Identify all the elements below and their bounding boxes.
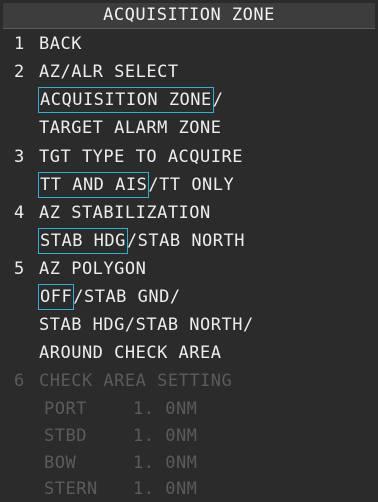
setting-stbd: STBD 1. 0NM — [0, 424, 378, 448]
setting-name: STBD — [44, 426, 87, 446]
menu-title: ACQUISITION ZONE — [3, 3, 375, 29]
option-acquisition-zone[interactable]: ACQUISITION ZONE — [38, 87, 214, 113]
menu-item-label: BACK — [39, 34, 82, 54]
menu-item-label: AZ/ALR SELECT — [39, 62, 179, 82]
setting-name: PORT — [44, 399, 87, 419]
menu-item-number: 6 — [14, 371, 25, 391]
setting-stern: STERN 1. 0NM — [0, 477, 378, 501]
option-tt-only[interactable]: TT ONLY — [159, 173, 234, 197]
menu-item-label: AZ POLYGON — [39, 259, 147, 279]
option-separator: / — [73, 287, 84, 307]
option-stab-hdg[interactable]: STAB HDG — [38, 228, 128, 254]
menu-item-number: 1 — [14, 34, 25, 54]
option-separator: / — [212, 90, 224, 110]
setting-port: PORT 1. 0NM — [0, 397, 378, 421]
option-separator: / — [126, 231, 138, 251]
menu-item-number: 3 — [14, 147, 25, 167]
menu-item-label: TGT TYPE TO ACQUIRE — [39, 147, 243, 167]
setting-value: 1. 0NM — [133, 479, 198, 499]
menu-item-number: 5 — [14, 259, 25, 279]
setting-name: BOW — [44, 453, 77, 473]
setting-value: 1. 0NM — [133, 399, 198, 419]
menu-item-label: CHECK AREA SETTING — [39, 371, 233, 391]
menu-item-az-polygon[interactable]: 5 AZ POLYGON — [0, 257, 378, 281]
acquisition-zone-menu: ACQUISITION ZONE 1 BACK 2 AZ/ALR SELECT … — [0, 0, 378, 502]
menu-item-az-alr-select[interactable]: 2 AZ/ALR SELECT — [0, 60, 378, 84]
menu-item-az-stabilization[interactable]: 4 AZ STABILIZATION — [0, 201, 378, 225]
menu-item-number: 2 — [14, 62, 25, 82]
setting-value: 1. 0NM — [133, 426, 198, 446]
setting-bow: BOW 1. 0NM — [0, 451, 378, 475]
menu-item-tgt-type[interactable]: 3 TGT TYPE TO ACQUIRE — [0, 145, 378, 169]
menu-item-check-area-setting: 6 CHECK AREA SETTING — [0, 369, 378, 393]
option-stab-north[interactable]: STAB NORTH — [138, 229, 245, 253]
option-stab-hdg-stab-north[interactable]: STAB HDG/STAB NORTH/ — [39, 313, 254, 337]
setting-name: STERN — [44, 479, 98, 499]
menu-item-number: 4 — [14, 203, 25, 223]
option-separator: / — [148, 175, 160, 195]
option-off[interactable]: OFF — [37, 284, 75, 310]
option-around-check-area[interactable]: AROUND CHECK AREA — [39, 341, 222, 365]
menu-item-back[interactable]: 1 BACK — [0, 32, 378, 56]
setting-value: 1. 0NM — [133, 453, 198, 473]
option-stab-gnd[interactable]: STAB GND/ — [84, 285, 181, 309]
option-target-alarm-zone[interactable]: TARGET ALARM ZONE — [39, 116, 222, 140]
option-tt-and-ais[interactable]: TT AND AIS — [37, 172, 150, 198]
menu-item-label: AZ STABILIZATION — [39, 203, 211, 223]
